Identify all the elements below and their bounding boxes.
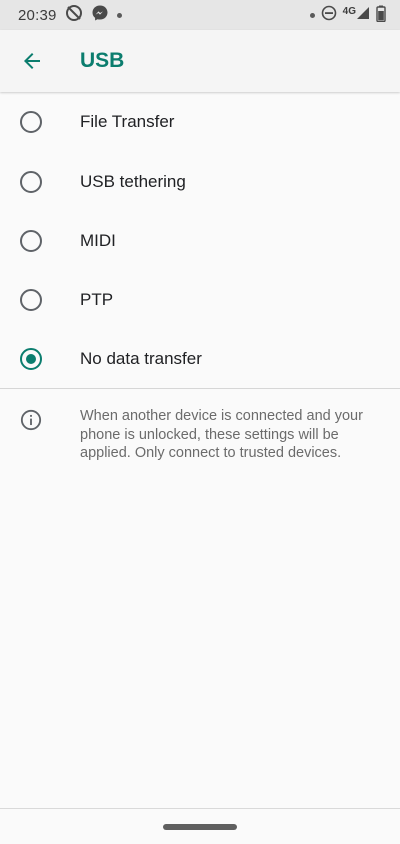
notification-dot-icon <box>116 12 122 18</box>
option-label: PTP <box>80 289 114 309</box>
status-right: 4G <box>309 5 386 26</box>
status-bar: 20:39 4G <box>0 0 400 30</box>
option-midi[interactable]: MIDI <box>0 211 400 270</box>
option-label: No data transfer <box>80 348 202 368</box>
page-title: USB <box>80 49 125 72</box>
navigation-bar <box>0 808 400 844</box>
network-type-label: 4G <box>342 5 356 17</box>
option-file-transfer[interactable]: File Transfer <box>0 92 400 152</box>
option-label: MIDI <box>80 230 116 250</box>
option-label: File Transfer <box>80 112 175 131</box>
radio-button[interactable] <box>20 170 42 193</box>
arrow-back-icon <box>24 53 40 69</box>
data-saver-icon <box>65 4 83 26</box>
option-ptp[interactable]: PTP <box>0 270 400 329</box>
usb-mode-options: File Transfer USB tethering MIDI PTP No … <box>0 92 400 388</box>
option-label: USB tethering <box>80 171 186 191</box>
radio-button-selected[interactable] <box>20 347 42 370</box>
info-icon <box>20 409 42 431</box>
option-no-data-transfer[interactable]: No data transfer <box>0 329 400 388</box>
radio-button[interactable] <box>20 111 42 133</box>
status-time: 20:39 <box>18 6 57 24</box>
home-gesture-handle[interactable] <box>163 824 237 830</box>
notification-dot-icon <box>309 12 315 18</box>
radio-button[interactable] <box>20 229 42 252</box>
battery-icon <box>376 5 386 26</box>
divider <box>0 388 400 389</box>
dnd-icon <box>321 5 337 25</box>
info-text: When another device is connected and you… <box>80 408 363 461</box>
signal-icon <box>356 6 370 24</box>
back-button[interactable] <box>18 47 46 75</box>
status-left: 20:39 <box>18 4 122 26</box>
radio-button[interactable] <box>20 288 42 311</box>
messenger-icon <box>91 4 109 26</box>
app-bar: USB <box>0 30 400 92</box>
option-usb-tethering[interactable]: USB tethering <box>0 152 400 211</box>
